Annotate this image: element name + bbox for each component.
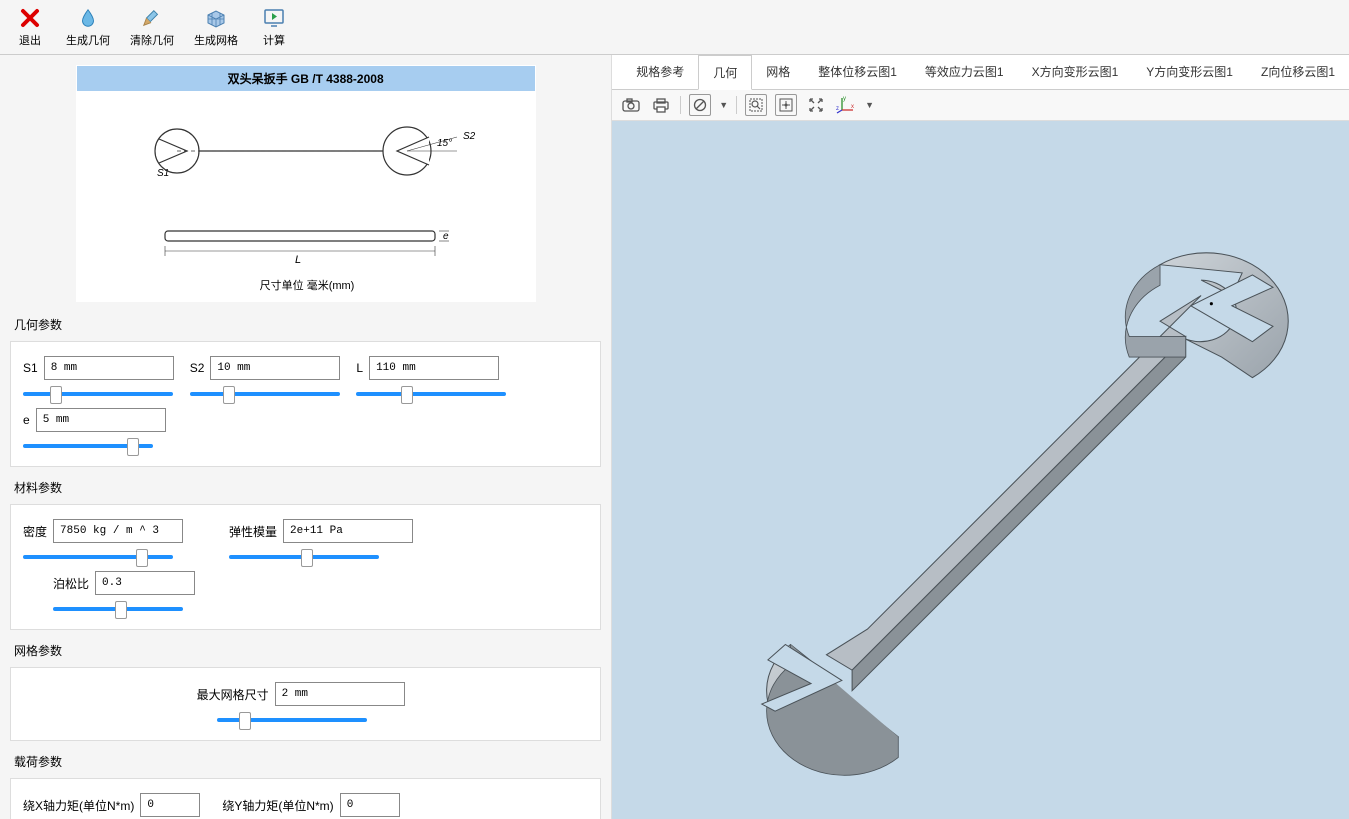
- s1-input[interactable]: [44, 356, 174, 380]
- e-label: e: [23, 413, 30, 427]
- poisson-input[interactable]: [95, 571, 195, 595]
- exit-button[interactable]: 退出: [8, 4, 52, 50]
- maxmesh-slider[interactable]: [217, 718, 367, 722]
- s1-label: S1: [23, 361, 38, 375]
- droplet-icon: [74, 6, 102, 30]
- mesh-section-title: 网格参数: [10, 638, 601, 667]
- diagram-e-label: e: [443, 231, 449, 242]
- mx-label: 绕X轴力矩(单位N*m): [23, 797, 134, 814]
- reference-diagram: 双头呆扳手 GB /T 4388-2008: [76, 65, 536, 302]
- load-section: 载荷参数 绕X轴力矩(单位N*m) 绕Y轴力矩(单位N*m): [10, 749, 601, 819]
- svg-text:z: z: [836, 106, 839, 112]
- maxmesh-label: 最大网格尺寸: [197, 686, 269, 703]
- L-slider[interactable]: [356, 392, 506, 396]
- density-input[interactable]: [53, 519, 183, 543]
- mesh-section: 网格参数 最大网格尺寸: [10, 638, 601, 741]
- viewer-canvas[interactable]: [612, 121, 1349, 819]
- modulus-input[interactable]: [283, 519, 413, 543]
- s1-slider[interactable]: [23, 392, 173, 396]
- my-input[interactable]: [340, 793, 400, 817]
- svg-text:x: x: [851, 104, 854, 110]
- diagram-s1-label: S1: [157, 168, 169, 179]
- s2-slider[interactable]: [190, 392, 340, 396]
- expand-arrows-icon[interactable]: [805, 94, 827, 116]
- geom-section: 几何参数 S1 S2: [10, 312, 601, 467]
- gen-geom-label: 生成几何: [66, 32, 110, 48]
- broom-icon: [138, 6, 166, 30]
- fit-view-icon[interactable]: [775, 94, 797, 116]
- material-section: 材料参数 密度 弹性模量: [10, 475, 601, 630]
- gen-mesh-label: 生成网格: [194, 32, 238, 48]
- maxmesh-input[interactable]: [275, 682, 405, 706]
- s2-label: S2: [190, 361, 205, 375]
- density-label: 密度: [23, 523, 47, 540]
- result-tabs: 规格参考 几何 网格 整体位移云图1 等效应力云图1 X方向变形云图1 Y方向变…: [612, 55, 1349, 90]
- right-panel: 规格参考 几何 网格 整体位移云图1 等效应力云图1 X方向变形云图1 Y方向变…: [611, 55, 1349, 819]
- exit-label: 退出: [19, 32, 41, 48]
- e-input[interactable]: [36, 408, 166, 432]
- compute-label: 计算: [263, 32, 285, 48]
- poisson-label: 泊松比: [53, 575, 89, 592]
- mx-input[interactable]: [140, 793, 200, 817]
- tab-spec[interactable]: 规格参考: [622, 55, 698, 89]
- modulus-label: 弹性模量: [229, 523, 277, 540]
- tab-geom[interactable]: 几何: [698, 55, 752, 90]
- left-panel: 双头呆扳手 GB /T 4388-2008: [0, 55, 611, 819]
- diagram-L-label: L: [295, 254, 301, 266]
- tab-def-y[interactable]: Y方向变形云图1: [1132, 55, 1247, 89]
- diagram-unit-label: 尺寸单位 毫米(mm): [259, 278, 354, 292]
- close-x-icon: [16, 6, 44, 30]
- density-slider[interactable]: [23, 555, 173, 559]
- poisson-slider[interactable]: [53, 607, 183, 611]
- diagram-angle-label: 15°: [437, 138, 452, 149]
- diagram-title: 双头呆扳手 GB /T 4388-2008: [77, 66, 535, 91]
- material-section-title: 材料参数: [10, 475, 601, 504]
- compute-button[interactable]: 计算: [252, 4, 296, 50]
- tab-disp-z[interactable]: Z向位移云图1: [1247, 55, 1349, 89]
- modulus-slider[interactable]: [229, 555, 379, 559]
- s2-input[interactable]: [210, 356, 340, 380]
- load-section-title: 载荷参数: [10, 749, 601, 778]
- tab-stress[interactable]: 等效应力云图1: [911, 55, 1018, 89]
- axes-triad-icon[interactable]: yx z: [835, 94, 857, 116]
- my-label: 绕Y轴力矩(单位N*m): [222, 797, 333, 814]
- print-icon[interactable]: [650, 94, 672, 116]
- camera-icon[interactable]: [620, 94, 642, 116]
- top-toolbar: 退出 生成几何 清除几何 生成网格 计算: [0, 0, 1349, 55]
- viewer-toolbar: ▼ yxz ▼: [612, 90, 1349, 121]
- L-input[interactable]: [369, 356, 499, 380]
- cube-mesh-icon: [202, 6, 230, 30]
- tab-disp-all[interactable]: 整体位移云图1: [804, 55, 911, 89]
- clear-geom-label: 清除几何: [130, 32, 174, 48]
- forbid-icon[interactable]: [689, 94, 711, 116]
- zoom-select-icon[interactable]: [745, 94, 767, 116]
- play-monitor-icon: [260, 6, 288, 30]
- svg-text:y: y: [843, 96, 846, 102]
- gen-mesh-button[interactable]: 生成网格: [188, 4, 244, 50]
- clear-geom-button[interactable]: 清除几何: [124, 4, 180, 50]
- diagram-s2-label: S2: [463, 131, 476, 142]
- tab-def-x[interactable]: X方向变形云图1: [1018, 55, 1133, 89]
- gen-geom-button[interactable]: 生成几何: [60, 4, 116, 50]
- L-label: L: [356, 361, 363, 375]
- tab-mesh[interactable]: 网格: [752, 55, 804, 89]
- e-slider[interactable]: [23, 444, 153, 448]
- geom-section-title: 几何参数: [10, 312, 601, 341]
